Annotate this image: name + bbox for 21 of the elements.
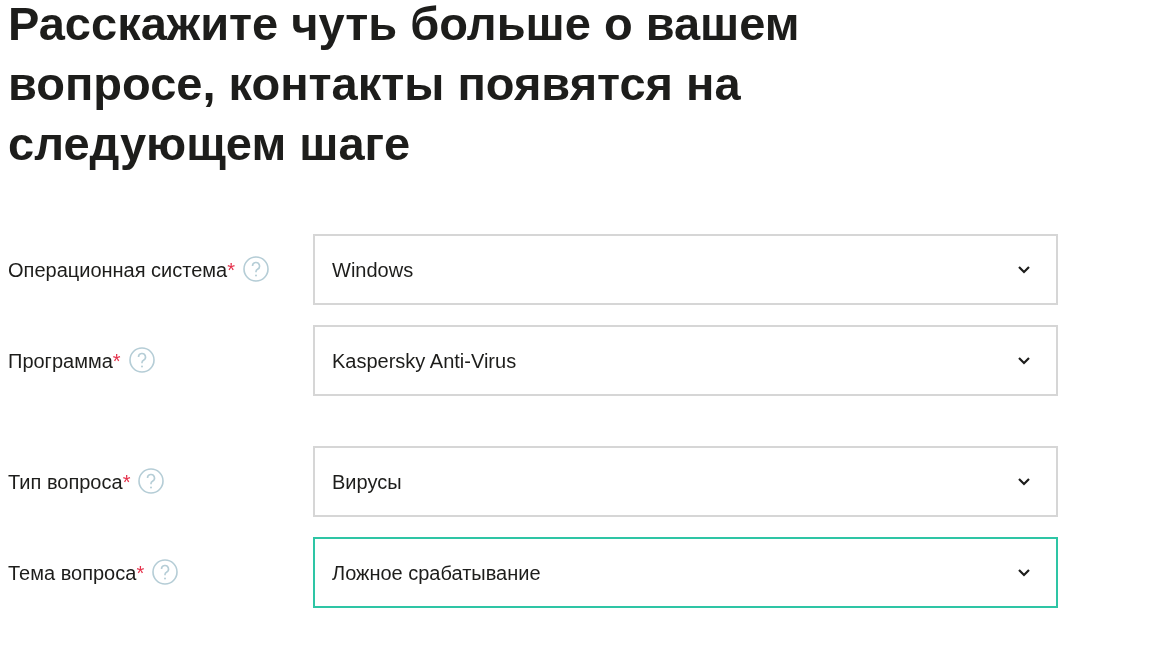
field-label: Тема вопроса bbox=[8, 561, 137, 584]
select-field[interactable]: Вирусы bbox=[313, 446, 1058, 517]
field-label: Программа bbox=[8, 349, 113, 372]
help-icon[interactable] bbox=[138, 468, 165, 495]
select-field[interactable]: Ложное срабатывание bbox=[313, 537, 1058, 608]
chevron-down-icon bbox=[1017, 477, 1031, 486]
help-icon[interactable] bbox=[243, 256, 269, 283]
required-mark: * bbox=[112, 349, 121, 372]
field-label: Операционная система bbox=[8, 258, 228, 281]
field-label: Тип вопроса bbox=[8, 470, 123, 493]
required-mark: * bbox=[227, 258, 235, 281]
required-mark: * bbox=[136, 561, 145, 584]
help-icon[interactable] bbox=[128, 347, 155, 374]
chevron-down-icon bbox=[1017, 265, 1031, 274]
chevron-down-icon bbox=[1017, 356, 1031, 365]
select-field[interactable]: Kaspersky Anti-Virus bbox=[313, 325, 1058, 396]
page-heading: Расскажите чуть больше о вашем вопросе, контакты появятся на следующем шаге bbox=[8, 0, 801, 172]
chevron-down-icon bbox=[1017, 568, 1031, 577]
help-icon[interactable] bbox=[152, 559, 179, 586]
required-mark: * bbox=[122, 470, 131, 493]
select-field[interactable]: Windows bbox=[313, 234, 1058, 305]
